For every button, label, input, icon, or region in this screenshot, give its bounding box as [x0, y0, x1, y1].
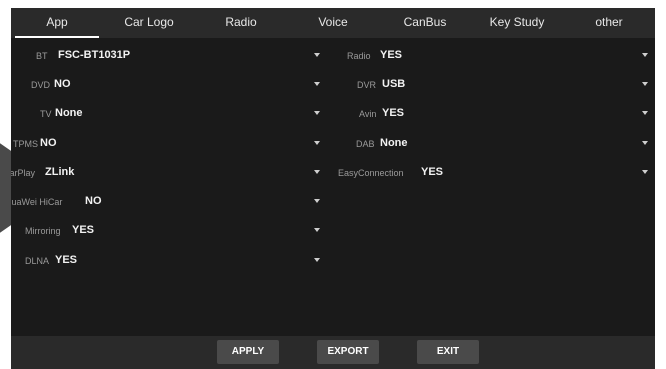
setting-value: NO — [54, 78, 71, 90]
apply-button[interactable]: APPLY — [217, 340, 279, 364]
setting-value: USB — [382, 78, 406, 90]
setting-value: None — [55, 107, 83, 119]
chevron-down-icon[interactable] — [314, 111, 320, 115]
setting-row-hicar[interactable]: HuaWei HiCar NO — [11, 188, 321, 216]
setting-label: Radio — [347, 51, 371, 61]
setting-row-dab[interactable]: DAB None — [329, 130, 648, 158]
footer-bar: APPLY EXPORT EXIT — [11, 336, 655, 369]
setting-label: DLNA — [25, 256, 50, 266]
setting-label: DAB — [356, 139, 375, 149]
chevron-down-icon[interactable] — [314, 199, 320, 203]
setting-label: TV — [40, 109, 52, 119]
export-button[interactable]: EXPORT — [317, 340, 379, 364]
chevron-down-icon[interactable] — [642, 170, 648, 174]
chevron-down-icon[interactable] — [314, 228, 320, 232]
settings-screen: App Car Logo Radio Voice CanBus Key Stud… — [11, 8, 655, 369]
setting-row-carplay[interactable]: CarPlay ZLink — [11, 159, 321, 187]
tab-voice[interactable]: Voice — [287, 8, 379, 38]
setting-value: FSC-BT1031P — [58, 49, 131, 61]
chevron-down-icon[interactable] — [314, 141, 320, 145]
setting-row-easyconnection[interactable]: EasyConnection YES — [329, 159, 648, 187]
chevron-down-icon[interactable] — [314, 170, 320, 174]
setting-row-tpms[interactable]: TPMS NO — [11, 130, 321, 158]
tab-radio[interactable]: Radio — [195, 8, 287, 38]
tab-bar: App Car Logo Radio Voice CanBus Key Stud… — [11, 8, 655, 38]
setting-row-radio[interactable]: Radio YES — [329, 42, 648, 70]
setting-value: None — [380, 137, 408, 149]
chevron-down-icon[interactable] — [642, 82, 648, 86]
tab-key-study[interactable]: Key Study — [471, 8, 563, 38]
setting-row-bt[interactable]: BT FSC-BT1031P — [11, 42, 321, 70]
tab-other[interactable]: other — [563, 8, 655, 38]
setting-value: NO — [85, 195, 102, 207]
chevron-down-icon[interactable] — [642, 141, 648, 145]
tab-car-logo[interactable]: Car Logo — [103, 8, 195, 38]
setting-label: Avin — [359, 109, 377, 119]
setting-label: EasyConnection — [338, 168, 404, 178]
setting-value: YES — [72, 224, 95, 236]
chevron-down-icon[interactable] — [314, 53, 320, 57]
setting-value: YES — [382, 107, 405, 119]
setting-row-dvd[interactable]: DVD NO — [11, 71, 321, 99]
setting-value: YES — [55, 254, 78, 266]
exit-button[interactable]: EXIT — [417, 340, 479, 364]
setting-label: BT — [36, 51, 48, 61]
chevron-down-icon[interactable] — [314, 82, 320, 86]
chevron-down-icon[interactable] — [642, 111, 648, 115]
setting-label: DVR — [357, 80, 377, 90]
setting-row-avin[interactable]: Avin YES — [329, 100, 648, 128]
setting-label: TPMS — [13, 139, 39, 149]
setting-value: YES — [380, 49, 403, 61]
tab-app[interactable]: App — [11, 8, 103, 38]
chevron-down-icon[interactable] — [314, 258, 320, 262]
setting-label: CarPlay — [11, 168, 36, 178]
setting-row-dlna[interactable]: DLNA YES — [11, 247, 321, 275]
setting-value: NO — [40, 137, 57, 149]
setting-row-dvr[interactable]: DVR USB — [329, 71, 648, 99]
setting-label: Mirroring — [25, 226, 61, 236]
setting-label: DVD — [31, 80, 51, 90]
setting-label: HuaWei HiCar — [11, 197, 63, 207]
tab-canbus[interactable]: CanBus — [379, 8, 471, 38]
setting-value: YES — [421, 166, 444, 178]
chevron-down-icon[interactable] — [642, 53, 648, 57]
setting-row-mirroring[interactable]: Mirroring YES — [11, 217, 321, 245]
setting-value: ZLink — [45, 166, 75, 178]
setting-row-tv[interactable]: TV None — [11, 100, 321, 128]
